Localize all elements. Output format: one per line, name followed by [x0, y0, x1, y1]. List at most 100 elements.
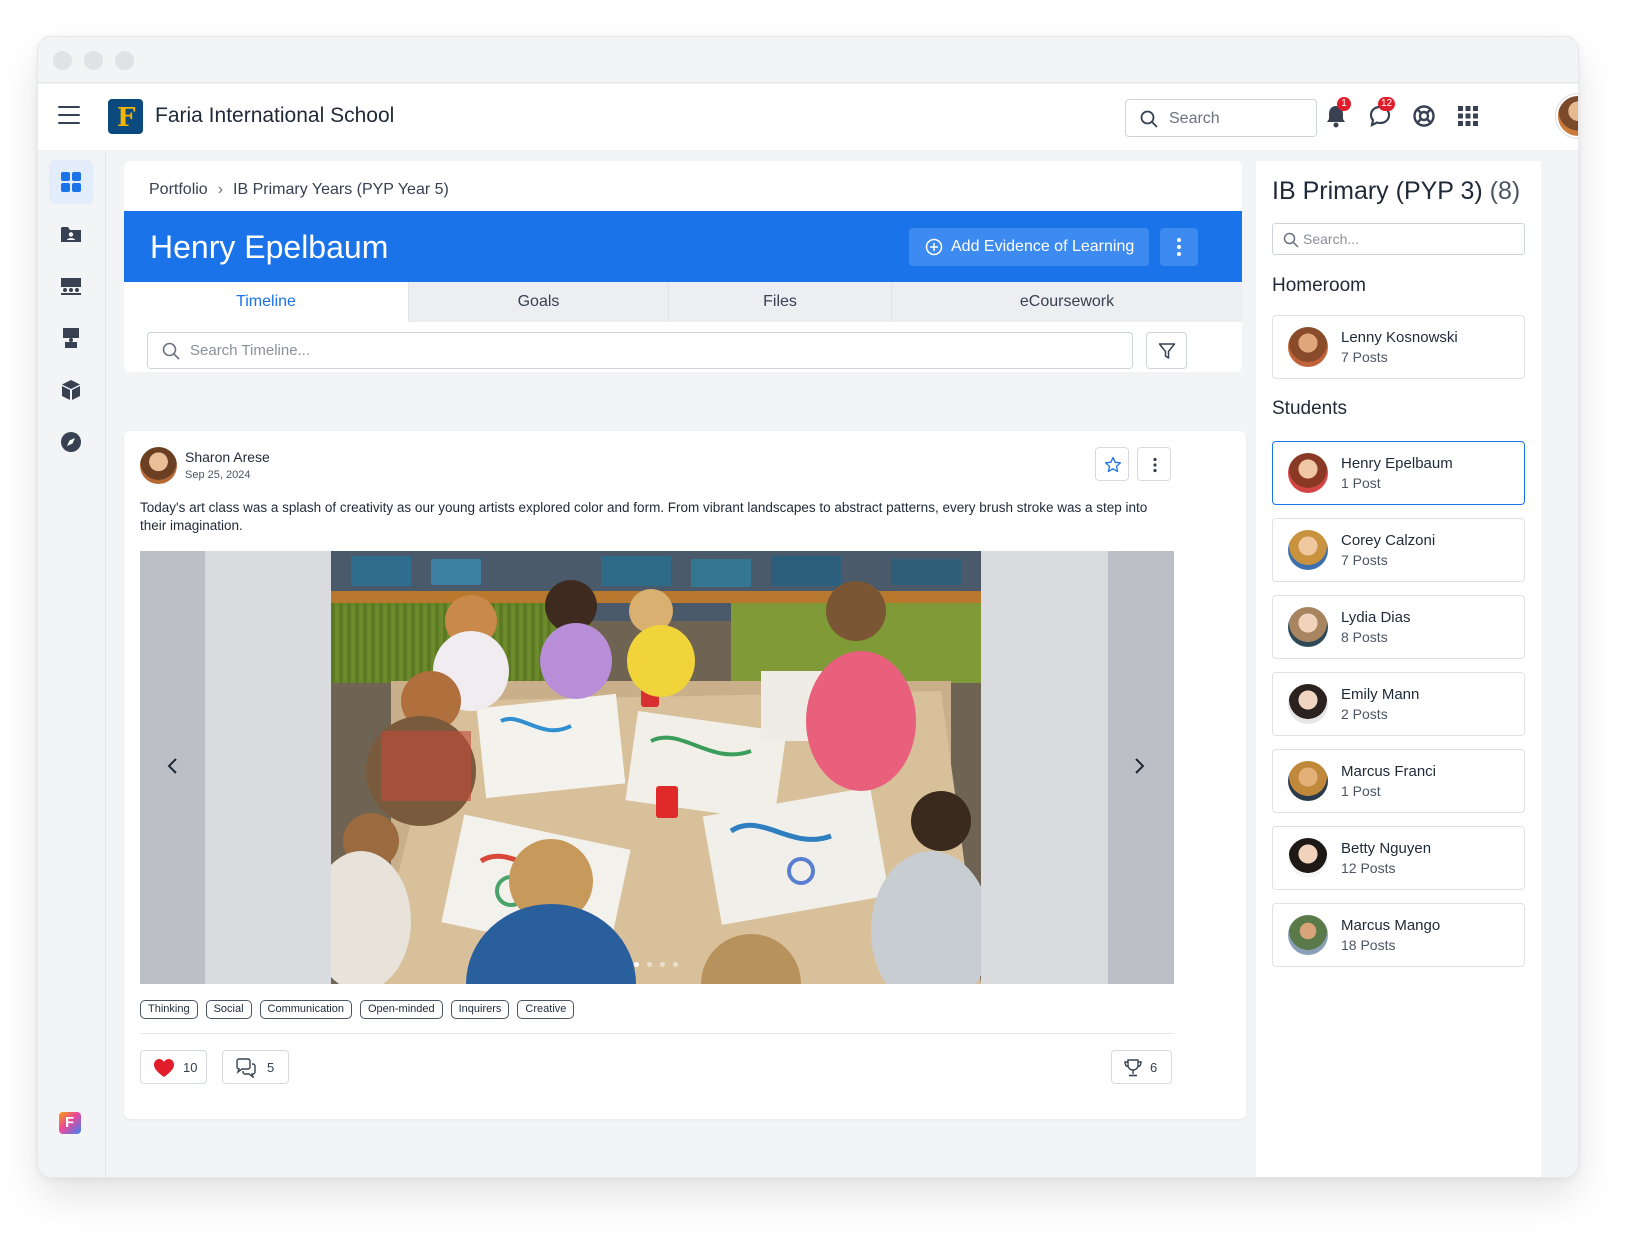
post-author[interactable]: Sharon Arese	[185, 449, 270, 465]
help-button[interactable]	[1412, 104, 1438, 130]
tab-ecoursework[interactable]: eCoursework	[892, 282, 1242, 322]
avatar	[1288, 453, 1328, 493]
messages-button[interactable]: 12	[1368, 97, 1396, 130]
image-carousel	[140, 551, 1174, 984]
tag-chip[interactable]: Thinking	[140, 1000, 198, 1019]
tag-chip[interactable]: Inquirers	[450, 1000, 510, 1019]
carousel-next-button[interactable]	[1124, 751, 1154, 781]
like-count: 10	[183, 1060, 198, 1075]
tag-chip[interactable]: Creative	[517, 1000, 575, 1019]
trophy-button[interactable]: 6	[1111, 1050, 1172, 1084]
carousel-prev-button[interactable]	[158, 751, 188, 781]
student-more-button[interactable]	[1160, 228, 1198, 266]
post-author-avatar[interactable]	[140, 447, 177, 484]
window-maximize-dot[interactable]	[115, 51, 134, 70]
homeroom-teacher-card[interactable]: Lenny Kosnowski 7 Posts	[1272, 315, 1525, 379]
nav-teaching[interactable]	[49, 316, 93, 360]
carousel-dot[interactable]	[673, 962, 678, 967]
breadcrumb-portfolio[interactable]: Portfolio	[149, 181, 208, 198]
tag-chip[interactable]: Communication	[259, 1000, 352, 1019]
post-tags: Thinking Social Communication Open-minded In…	[140, 999, 582, 1019]
global-search-input[interactable]: Search	[1125, 99, 1317, 137]
student-card-lydia[interactable]: Lydia Dias 8 Posts	[1272, 595, 1525, 659]
avatar	[1288, 761, 1328, 801]
more-vertical-icon	[1153, 457, 1157, 473]
apps-grid-button[interactable]	[1456, 104, 1482, 130]
folder-person-icon	[61, 227, 81, 242]
student-name: Henry Epelbaum	[1341, 455, 1453, 472]
student-name: Marcus Mango	[1341, 917, 1441, 934]
student-card-betty[interactable]: Betty Nguyen 12 Posts	[1272, 826, 1525, 890]
student-card-marcus-mango[interactable]: Marcus Mango 18 Posts	[1272, 903, 1525, 967]
class-roster-panel: IB Primary (PYP 3) (8) Search... Homeroo…	[1256, 161, 1541, 1177]
student-card-henry[interactable]: Henry Epelbaum 1 Post	[1272, 441, 1525, 505]
tag-chip[interactable]: Open-minded	[359, 1000, 443, 1019]
nav-explore[interactable]	[49, 420, 93, 464]
trophy-count: 6	[1150, 1060, 1158, 1075]
search-icon	[1283, 232, 1299, 248]
top-bar: F Faria International School Search 1 12	[38, 84, 1578, 151]
student-card-corey[interactable]: Corey Calzoni 7 Posts	[1272, 518, 1525, 582]
nav-dashboard[interactable]	[49, 160, 93, 204]
window-close-dot[interactable]	[53, 51, 72, 70]
nav-classes[interactable]	[49, 264, 93, 308]
heart-icon	[154, 1059, 174, 1077]
carousel-dot[interactable]	[647, 962, 652, 967]
carousel-dot[interactable]	[660, 962, 665, 967]
student-header: Henry Epelbaum Add Evidence of Learning	[124, 211, 1242, 282]
post-text: Today's art class was a splash of creati…	[140, 500, 1148, 533]
tab-goals[interactable]: Goals	[409, 282, 669, 322]
avatar	[1288, 327, 1328, 367]
global-search-placeholder: Search	[1169, 110, 1220, 127]
comments-icon	[236, 1058, 256, 1078]
student-card-emily[interactable]: Emily Mann 2 Posts	[1272, 672, 1525, 736]
timeline-search-input[interactable]: Search Timeline...	[147, 332, 1133, 369]
chevron-left-icon	[167, 758, 177, 774]
add-evidence-button[interactable]: Add Evidence of Learning	[909, 228, 1149, 266]
post-more-button[interactable]	[1137, 447, 1171, 481]
students-heading: Students	[1272, 398, 1347, 419]
menu-icon[interactable]	[58, 106, 80, 124]
student-posts: 18 Posts	[1341, 937, 1396, 953]
homeroom-teacher-name: Lenny Kosnowski	[1341, 329, 1458, 346]
student-name: Marcus Franci	[1341, 763, 1437, 780]
student-posts: 8 Posts	[1341, 629, 1388, 645]
class-title: IB Primary (PYP 3) (8)	[1272, 177, 1520, 206]
timeline-search-placeholder: Search Timeline...	[190, 342, 311, 359]
window-minimize-dot[interactable]	[84, 51, 103, 70]
student-posts: 1 Post	[1341, 475, 1381, 491]
trophy-icon	[1124, 1059, 1142, 1077]
star-icon	[1104, 456, 1122, 473]
like-button[interactable]: 10	[140, 1050, 207, 1084]
post-divider	[140, 1033, 1174, 1034]
roster-search-placeholder: Search...	[1303, 231, 1360, 247]
comments-button[interactable]: 5	[222, 1050, 289, 1084]
avatar	[1288, 530, 1328, 570]
tab-files[interactable]: Files	[669, 282, 892, 322]
nav-resources[interactable]	[49, 368, 93, 412]
chevron-right-icon: ›	[217, 181, 224, 198]
roster-search-input[interactable]: Search...	[1272, 223, 1525, 255]
portfolio-header-panel: Portfolio › IB Primary Years (PYP Year 5) …	[124, 161, 1242, 372]
user-avatar[interactable]	[1556, 94, 1578, 138]
dashboard-icon	[61, 172, 81, 192]
notifications-button[interactable]: 1	[1325, 97, 1351, 130]
student-posts: 7 Posts	[1341, 552, 1388, 568]
tag-chip[interactable]: Social	[205, 1000, 252, 1019]
faria-app-logo-icon[interactable]	[59, 1112, 81, 1134]
carousel-dot[interactable]	[634, 962, 639, 967]
avatar	[1288, 684, 1328, 724]
filter-button[interactable]	[1146, 332, 1187, 369]
student-card-marcus-franci[interactable]: Marcus Franci 1 Post	[1272, 749, 1525, 813]
nav-portfolio[interactable]	[49, 212, 93, 256]
homeroom-teacher-posts: 7 Posts	[1341, 349, 1388, 365]
school-logo[interactable]: F	[108, 99, 143, 134]
student-name-title: Henry Epelbaum	[150, 229, 389, 265]
favorite-button[interactable]	[1095, 447, 1129, 481]
tab-timeline[interactable]: Timeline	[124, 282, 409, 322]
post-photo[interactable]	[331, 551, 981, 984]
compass-icon	[61, 432, 81, 452]
avatar	[1288, 838, 1328, 878]
art-class-photo	[331, 551, 981, 984]
filter-icon	[1158, 343, 1176, 359]
